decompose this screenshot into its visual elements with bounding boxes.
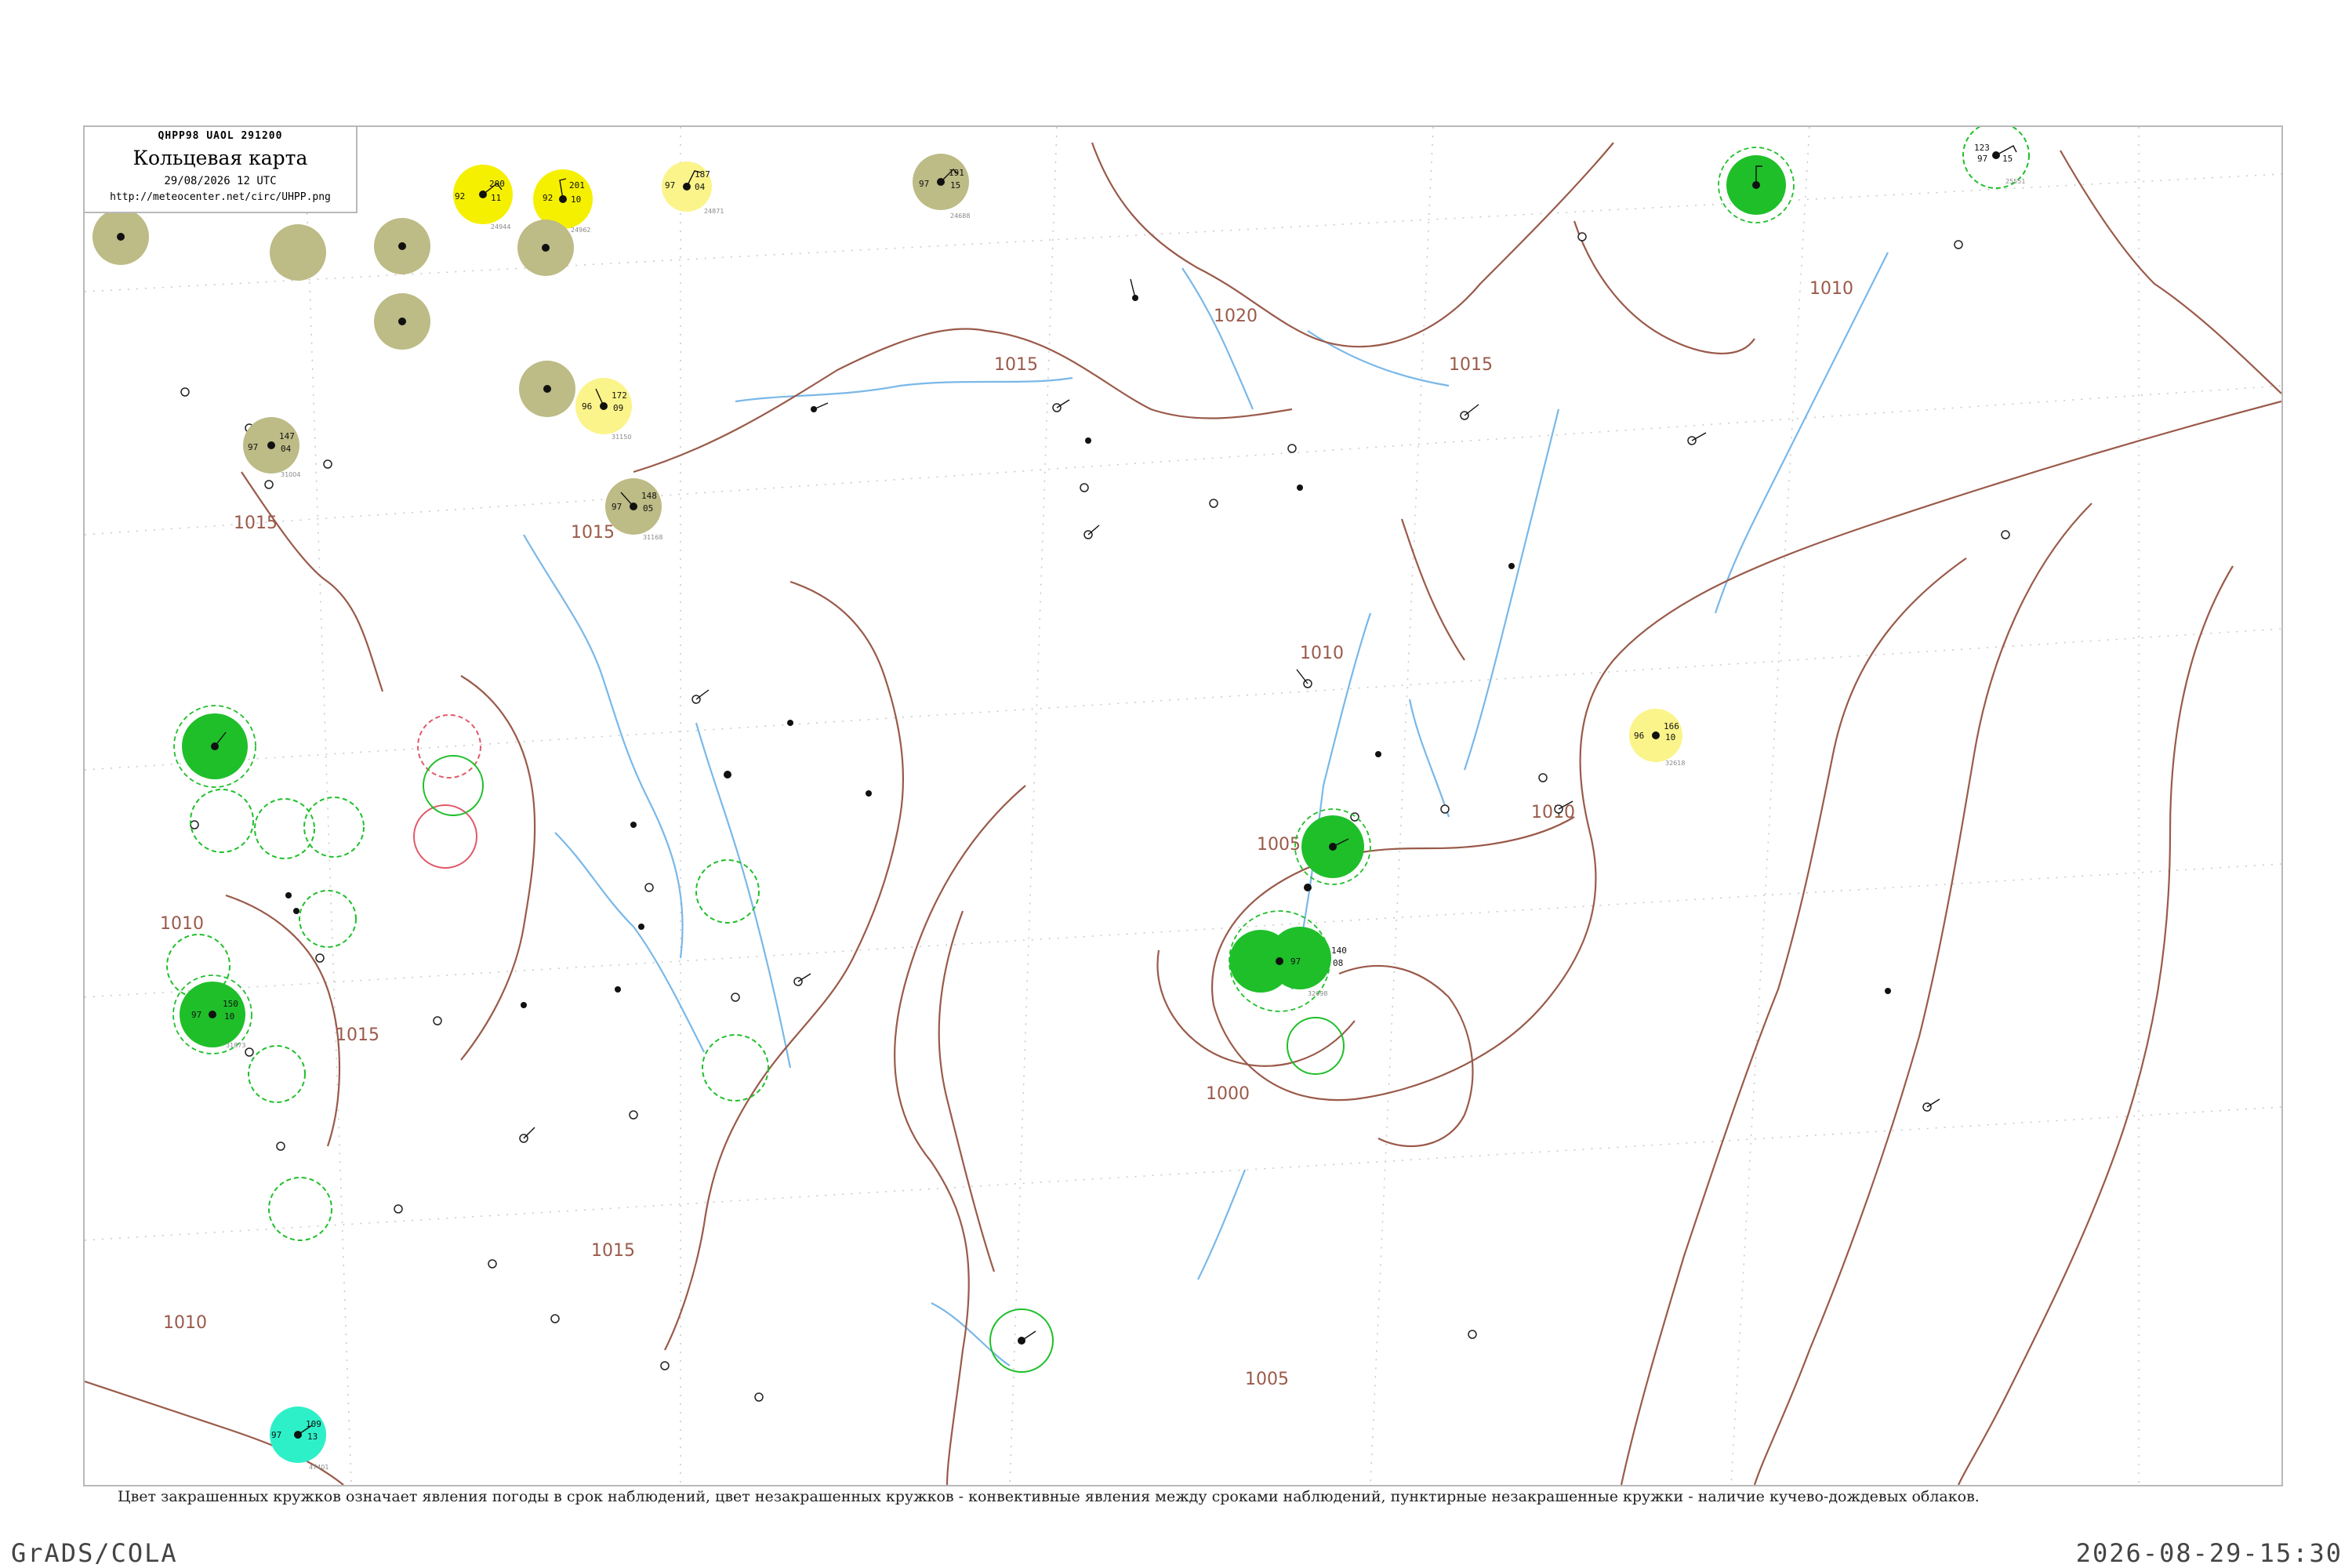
station-dew: 97 — [248, 442, 258, 452]
station-id: 31004 — [281, 471, 300, 478]
station-press: 08 — [1333, 958, 1343, 968]
station-id: 31168 — [643, 534, 662, 541]
station-temp: 109 — [306, 1419, 321, 1429]
station-temp: 200 — [489, 179, 505, 189]
station-dew: 97 — [271, 1430, 281, 1440]
station-press: 11 — [491, 193, 501, 203]
station-press: 04 — [281, 444, 292, 454]
station-temp: 123 — [1974, 143, 1990, 153]
station-label-group: 200 92 11 24944 201 92 10 24962 187 97 0… — [191, 143, 2025, 1471]
station-id: 31150 — [612, 434, 631, 441]
station-temp: 187 — [695, 169, 710, 180]
station-circle — [270, 224, 326, 281]
footer-timestamp: 2026-08-29-15:30 — [2075, 1538, 2343, 1568]
station-temp: 148 — [641, 491, 657, 501]
station-25551: 123 97 15 25551 — [1974, 143, 2025, 185]
station-id: 32618 — [1665, 760, 1685, 767]
station-temp: 150 — [223, 999, 238, 1009]
isobar-label: 1010 — [160, 914, 204, 934]
station-id: 47401 — [309, 1464, 328, 1471]
station-press: 05 — [643, 503, 653, 514]
isobar-label: 1005 — [1257, 835, 1301, 855]
isobar-label: 1015 — [1449, 355, 1493, 375]
map-frame: 1015 1015 1015 1015 1010 1010 1010 1020 … — [83, 125, 2283, 1486]
isobar-label: 1015 — [994, 355, 1038, 375]
synoptic-map: 1015 1015 1015 1015 1010 1010 1010 1020 … — [85, 127, 2281, 1485]
station-dew: 97 — [1290, 956, 1301, 967]
station-temp: 140 — [1331, 946, 1347, 956]
station-id: 31873 — [226, 1042, 245, 1049]
rivers — [523, 252, 1889, 1367]
station-dew: 97 — [1977, 154, 1987, 164]
station-dew: 92 — [455, 191, 465, 201]
station-id: 24944 — [491, 223, 510, 230]
station-temp: 166 — [1664, 721, 1679, 731]
footer-software: GrADS/COLA — [11, 1538, 178, 1568]
station-temp: 191 — [949, 168, 964, 178]
station-id: 24688 — [950, 212, 970, 220]
isobar-label: 1000 — [1206, 1084, 1250, 1104]
map-header: QHPP98 UAOL 291200 Кольцевая карта 29/08… — [85, 127, 358, 213]
station-dew: 92 — [543, 193, 553, 203]
station-dew: 96 — [1634, 731, 1644, 741]
station-dew: 97 — [919, 179, 929, 189]
station-dew: 97 — [612, 502, 622, 512]
station-id: 25551 — [2005, 178, 2025, 185]
minor-stations — [180, 232, 2010, 1402]
isobar-label: 1015 — [571, 523, 615, 543]
isobar-label: 1010 — [163, 1313, 207, 1333]
station-dew: 96 — [582, 401, 592, 412]
legend-caption: Цвет закрашенных кружков означает явлени… — [118, 1488, 1980, 1505]
bulletin-code: QHPP98 UAOL 291200 — [158, 130, 283, 142]
station-press: 15 — [2002, 154, 2013, 164]
isobar-label: 1015 — [336, 1025, 379, 1045]
convective-rings — [166, 127, 2030, 1373]
isobar-label: 1015 — [591, 1241, 635, 1261]
isobar-label: 1020 — [1214, 307, 1258, 326]
cb-rings — [172, 147, 1795, 1054]
station-press: 10 — [571, 194, 581, 205]
station-id: 24871 — [704, 208, 724, 215]
station-press: 13 — [307, 1432, 318, 1442]
isobar-label: 1005 — [1245, 1370, 1289, 1389]
station-id: 24962 — [571, 227, 590, 234]
station-temp: 201 — [569, 180, 585, 191]
isobar-label: 1010 — [1300, 644, 1344, 663]
map-title: Кольцевая карта — [132, 147, 308, 169]
station-temp: 172 — [612, 390, 627, 401]
source-url: http://meteocenter.net/circ/UHPP.png — [110, 191, 331, 203]
isobar-label: 1015 — [234, 514, 278, 533]
observation-date: 29/08/2026 12 UTC — [164, 175, 277, 187]
wind-barbs — [214, 145, 2017, 1436]
isobar-label: 1010 — [1531, 803, 1575, 822]
station-press: 09 — [613, 403, 623, 413]
station-temp: 147 — [279, 431, 295, 441]
station-press: 04 — [695, 182, 706, 192]
station-dew: 97 — [665, 180, 675, 191]
station-id: 32098 — [1308, 990, 1327, 997]
station-press: 10 — [224, 1011, 234, 1022]
station-press: 15 — [950, 180, 960, 191]
station-press: 10 — [1665, 732, 1675, 742]
station-dew: 97 — [191, 1010, 201, 1020]
isobar-label: 1010 — [1809, 279, 1853, 299]
